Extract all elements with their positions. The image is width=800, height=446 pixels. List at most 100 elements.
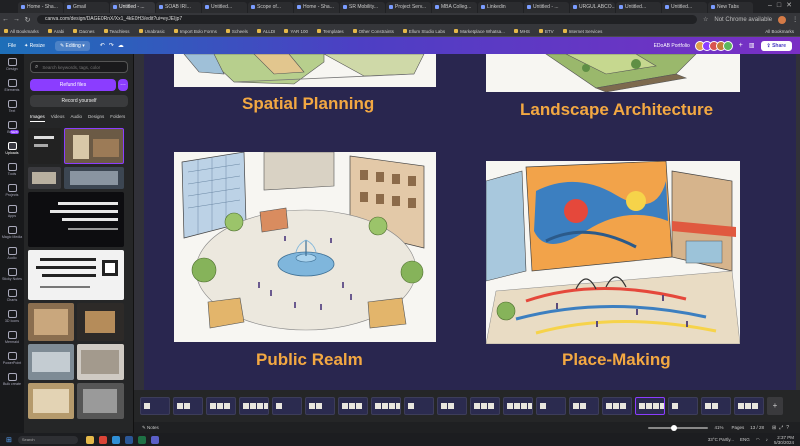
- weather-status[interactable]: 33°C Partly...: [708, 437, 734, 442]
- search-input[interactable]: [42, 64, 123, 70]
- avatar[interactable]: [722, 40, 733, 51]
- rail-item[interactable]: Sticky Notes: [0, 264, 24, 285]
- place-making-image[interactable]: [486, 161, 740, 344]
- rail-item[interactable]: Text: [0, 96, 24, 117]
- page-thumbnail[interactable]: [140, 397, 170, 415]
- resize-button[interactable]: ✦ Resize: [24, 43, 45, 49]
- page-thumbnail[interactable]: [239, 397, 269, 415]
- add-collaborator-icon[interactable]: +: [739, 42, 743, 49]
- browser-tab[interactable]: Untitled...: [662, 2, 707, 13]
- bookmark[interactable]: Ellum Studio Labs: [403, 29, 445, 34]
- bookmark[interactable]: BTV: [539, 29, 554, 34]
- word-icon[interactable]: [124, 435, 133, 444]
- analytics-icon[interactable]: ▥: [749, 42, 755, 49]
- upload-thumbnail[interactable]: [64, 167, 124, 189]
- upload-thumbnail[interactable]: [28, 344, 74, 380]
- forward-icon[interactable]: →: [11, 16, 22, 23]
- bookmark[interactable]: Internet Services: [563, 29, 603, 34]
- language-indicator[interactable]: ENG: [740, 437, 750, 442]
- page-thumbnail[interactable]: [734, 397, 764, 415]
- rail-item[interactable]: PowerPoint: [0, 348, 24, 369]
- page-thumbnail[interactable]: [569, 397, 599, 415]
- spatial-planning-image[interactable]: [174, 54, 436, 87]
- reload-icon[interactable]: ↻: [22, 16, 33, 24]
- landscape-architecture-image[interactable]: [486, 54, 740, 92]
- search-box[interactable]: ⌕: [30, 61, 128, 73]
- chrome-icon[interactable]: [98, 435, 107, 444]
- bookmark[interactable]: YAR 100: [284, 29, 308, 34]
- signin-hint[interactable]: Not Chrome available: [714, 17, 772, 23]
- page-thumbnail[interactable]: [470, 397, 500, 415]
- bookmark[interactable]: Scheels: [226, 29, 248, 34]
- edge-icon[interactable]: [111, 435, 120, 444]
- teams-icon[interactable]: [150, 435, 159, 444]
- rail-item[interactable]: Charts: [0, 285, 24, 306]
- bookmark[interactable]: Templates: [317, 29, 344, 34]
- upload-thumbnail[interactable]: [28, 128, 61, 164]
- page-thumbnail[interactable]: [206, 397, 236, 415]
- page-thumbnail[interactable]: [305, 397, 335, 415]
- bookmark[interactable]: Import Bolo Forms: [174, 29, 217, 34]
- rail-item[interactable]: Magic Media: [0, 222, 24, 243]
- add-page-button[interactable]: +: [767, 397, 783, 415]
- browser-tab[interactable]: MBA Colleg...: [432, 2, 477, 13]
- tab-images[interactable]: Images: [30, 114, 45, 122]
- browser-tab[interactable]: URGUL ABCO...: [570, 2, 615, 13]
- collaborator-avatars[interactable]: [694, 40, 733, 51]
- taskbar-search[interactable]: Search: [17, 435, 78, 444]
- file-menu[interactable]: File: [8, 43, 16, 49]
- public-realm-image[interactable]: [174, 152, 436, 342]
- caption-spatial-planning[interactable]: Spatial Planning: [242, 94, 374, 114]
- browser-tab[interactable]: New Tabs: [708, 2, 753, 13]
- browser-tab[interactable]: Linkedin: [478, 2, 523, 13]
- upload-thumbnail[interactable]: [77, 344, 124, 380]
- notes-button[interactable]: ✎ Notes: [142, 425, 159, 431]
- share-button[interactable]: ⇪ Share: [760, 40, 792, 51]
- page-thumbnail[interactable]: [635, 397, 665, 415]
- windows-start-icon[interactable]: ⊞: [6, 436, 12, 444]
- editing-mode-button[interactable]: ✎ Editing ▾: [54, 40, 90, 51]
- bookmark[interactable]: MHS: [514, 29, 530, 34]
- tab-designs[interactable]: Designs: [88, 114, 104, 122]
- record-yourself-button[interactable]: Record yourself: [30, 95, 128, 107]
- bookmark[interactable]: Unabrasic: [139, 29, 165, 34]
- upload-thumbnail[interactable]: [28, 167, 61, 189]
- zoom-level[interactable]: 41%: [714, 425, 723, 430]
- upload-thumbnail[interactable]: [28, 192, 124, 247]
- tab-videos[interactable]: Videos: [51, 114, 65, 122]
- rail-item[interactable]: Audio: [0, 243, 24, 264]
- page-thumbnail[interactable]: [503, 397, 533, 415]
- rail-item[interactable]: Mermaid: [0, 327, 24, 348]
- window-controls[interactable]: –□✕: [768, 1, 797, 9]
- page-thumbnail[interactable]: [437, 397, 467, 415]
- slide[interactable]: Spatial Planning Landscape Architecture: [144, 54, 796, 390]
- bookmark[interactable]: Arabi: [48, 29, 65, 34]
- rail-item[interactable]: Uploads: [0, 138, 24, 159]
- page-thumbnail[interactable]: [536, 397, 566, 415]
- bookmark[interactable]: Dacnes: [73, 29, 94, 34]
- profile-avatar[interactable]: [778, 15, 787, 24]
- tab-audio[interactable]: Audio: [70, 114, 82, 122]
- bookmark[interactable]: Marketplace Whatsa...: [454, 29, 505, 34]
- rail-item[interactable]: Brand: [0, 117, 24, 138]
- page-thumbnail[interactable]: [272, 397, 302, 415]
- page-thumbnail[interactable]: [602, 397, 632, 415]
- upload-thumbnail[interactable]: [28, 383, 74, 419]
- page-thumbnail[interactable]: [701, 397, 731, 415]
- back-icon[interactable]: ←: [0, 16, 11, 23]
- rail-item[interactable]: Apps: [0, 201, 24, 222]
- menu-icon[interactable]: ⋮: [792, 16, 798, 23]
- caption-landscape-architecture[interactable]: Landscape Architecture: [520, 100, 713, 120]
- design-title[interactable]: EDoAB Portfolio: [654, 43, 690, 49]
- pages-button[interactable]: Pages: [731, 425, 744, 430]
- page-thumbnail[interactable]: [173, 397, 203, 415]
- more-options-button[interactable]: …: [118, 79, 128, 91]
- browser-tab[interactable]: Untitled...: [616, 2, 661, 13]
- rail-item[interactable]: Projects: [0, 180, 24, 201]
- clock[interactable]: 2:37 PM 5/30/2024: [774, 435, 794, 445]
- undo-redo-icons[interactable]: ↶↷☁: [100, 42, 128, 49]
- rail-item[interactable]: Bulk create: [0, 369, 24, 390]
- zoom-slider[interactable]: [648, 424, 709, 431]
- page-thumbnail[interactable]: [371, 397, 401, 415]
- upload-thumbnail[interactable]: [77, 383, 124, 419]
